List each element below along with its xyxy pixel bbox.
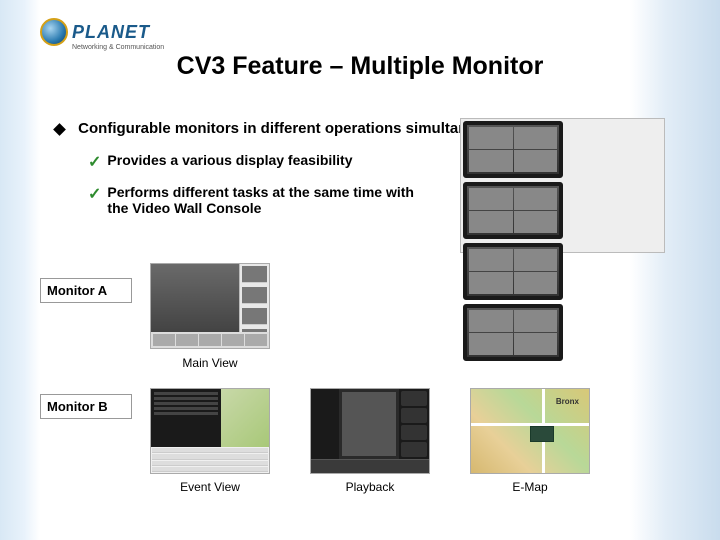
slide-title: CV3 Feature – Multiple Monitor bbox=[0, 52, 720, 81]
main-bullet: Configurable monitors in different opera… bbox=[55, 120, 515, 137]
sub-bullet-text: Provides a various display feasibility bbox=[107, 152, 352, 172]
emap-area-label: Bronx bbox=[556, 397, 579, 406]
monitor-a-label: Monitor A bbox=[40, 278, 132, 303]
sub-bullet: ✓ Performs different tasks at the same t… bbox=[88, 184, 428, 216]
bg-decor-left bbox=[0, 0, 40, 540]
diamond-icon bbox=[53, 123, 66, 136]
brand-logo: PLANET bbox=[40, 18, 150, 46]
sub-bullet-list: ✓ Provides a various display feasibility… bbox=[88, 152, 428, 228]
globe-icon bbox=[40, 18, 68, 46]
thumb-playback bbox=[310, 388, 430, 474]
main-bullet-text: Configurable monitors in different opera… bbox=[78, 120, 515, 137]
thumb-emap: Bronx bbox=[470, 388, 590, 474]
check-icon: ✓ bbox=[88, 184, 101, 216]
thumb-main-view bbox=[150, 263, 270, 349]
monitor-b-label: Monitor B bbox=[40, 394, 132, 419]
caption-main-view: Main View bbox=[160, 356, 260, 370]
brand-name: PLANET bbox=[72, 22, 150, 43]
brand-tagline: Networking & Communication bbox=[72, 44, 164, 51]
sub-bullet-text: Performs different tasks at the same tim… bbox=[107, 184, 428, 216]
bg-decor-right bbox=[630, 0, 720, 540]
caption-playback: Playback bbox=[320, 480, 420, 494]
hero-multi-monitor-image bbox=[460, 118, 665, 253]
caption-event-view: Event View bbox=[160, 480, 260, 494]
check-icon: ✓ bbox=[88, 152, 101, 172]
thumb-event-view bbox=[150, 388, 270, 474]
caption-emap: E-Map bbox=[480, 480, 580, 494]
sub-bullet: ✓ Provides a various display feasibility bbox=[88, 152, 428, 172]
